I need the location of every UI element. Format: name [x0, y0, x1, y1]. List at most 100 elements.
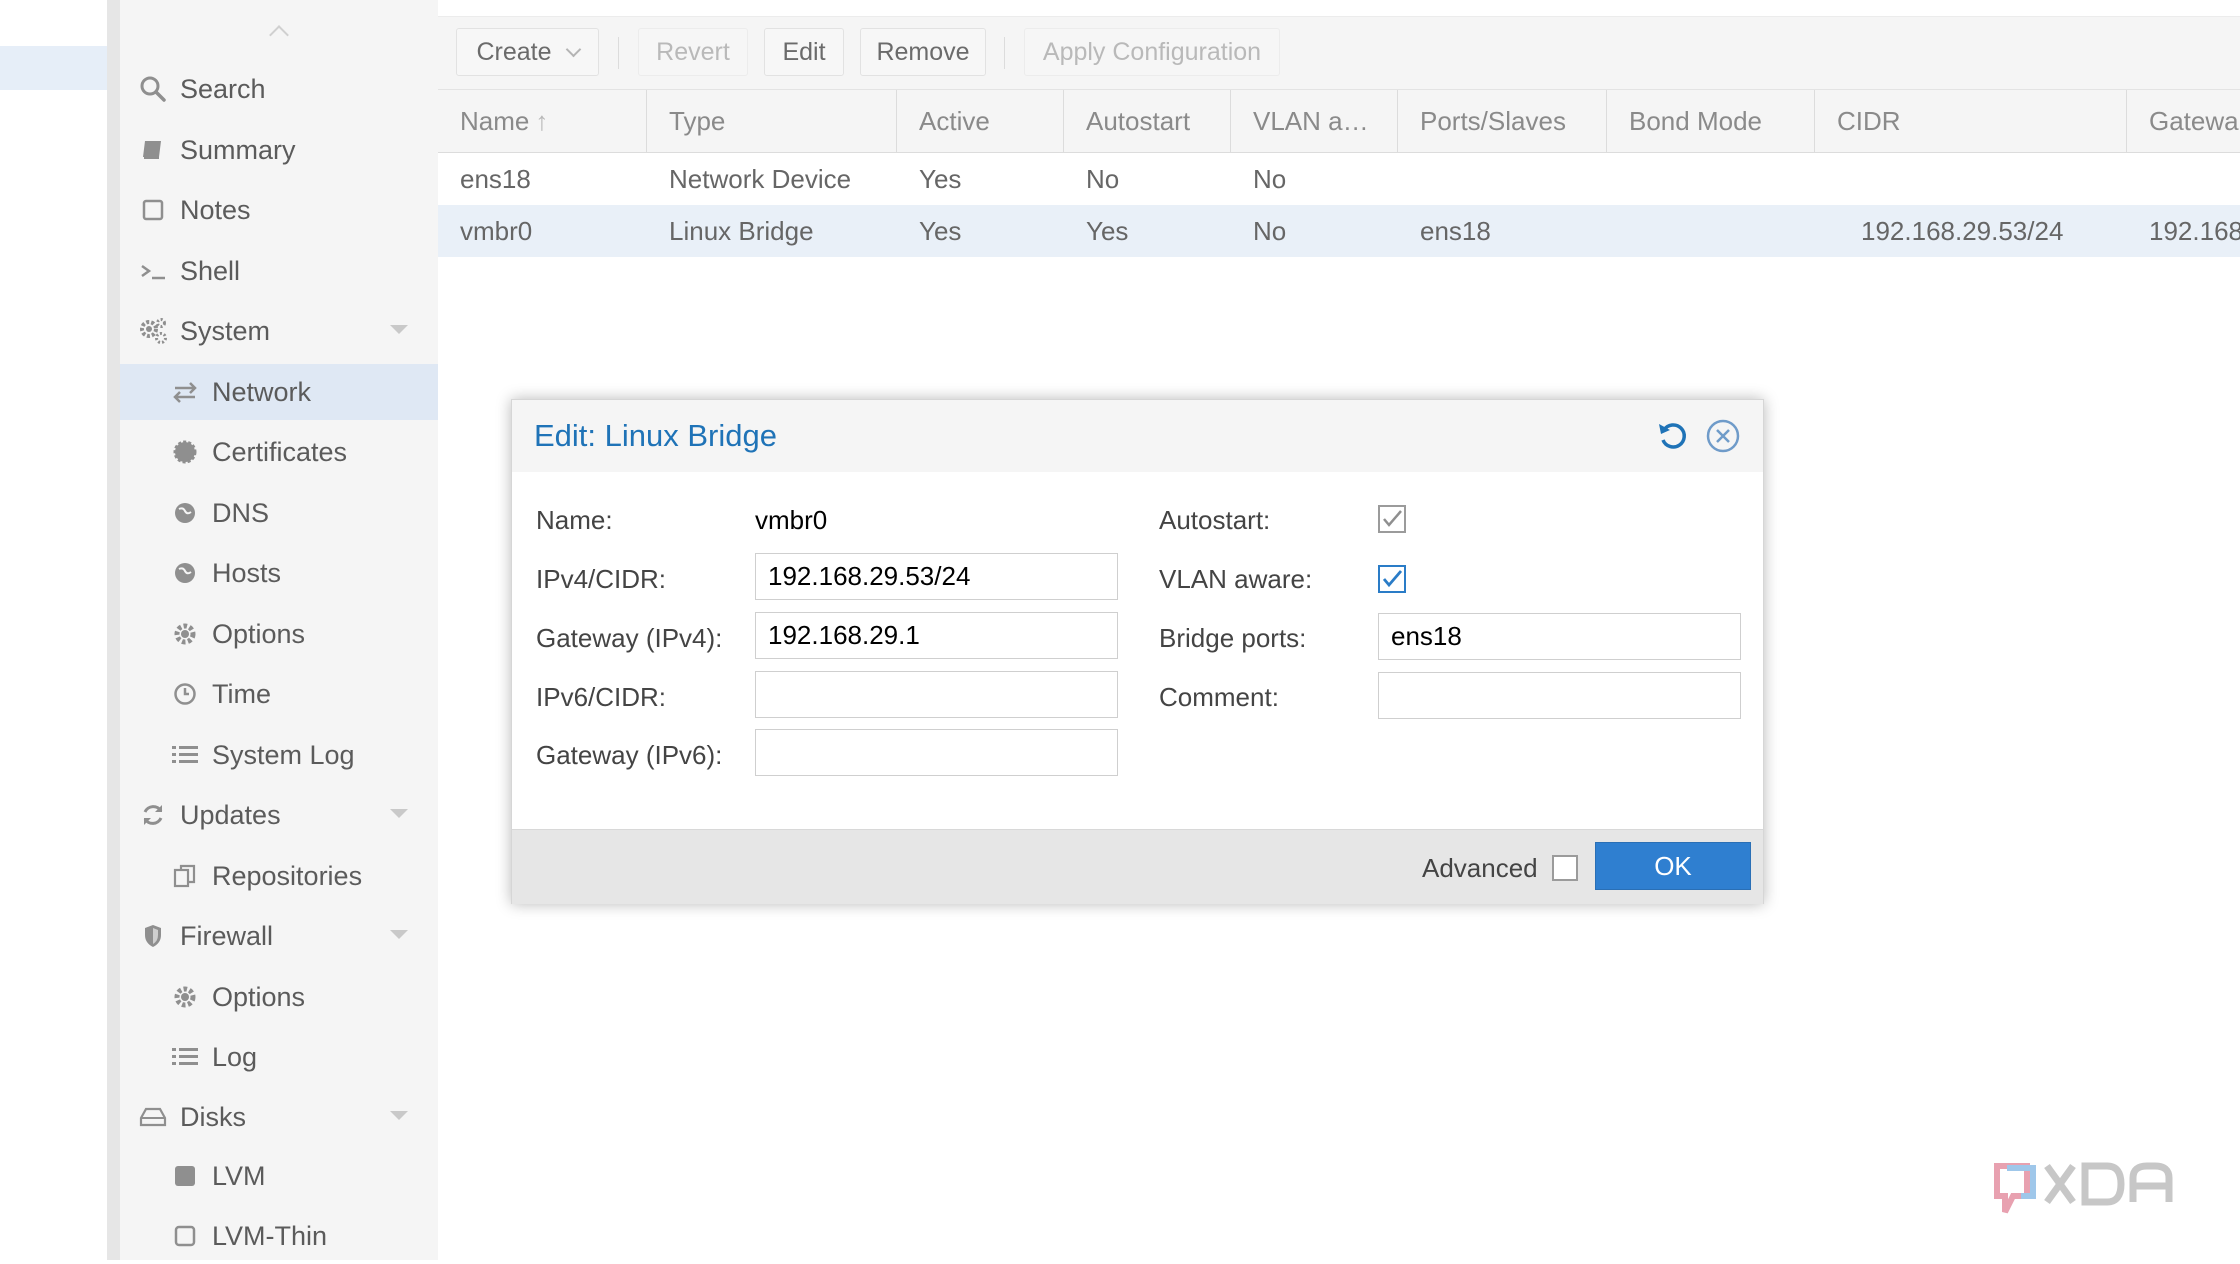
apply-configuration-button[interactable]: Apply Configuration [1024, 28, 1280, 76]
reset-icon[interactable] [1655, 418, 1691, 454]
column-header-bond-mode[interactable]: Bond Mode [1607, 90, 1815, 152]
cell-autostart: No [1086, 163, 1120, 194]
menu-item-firewall-options[interactable]: Options [120, 969, 438, 1025]
menu-item-notes[interactable]: Notes [120, 182, 438, 238]
files-icon [168, 859, 202, 893]
menu-item-system-log[interactable]: System Log [120, 727, 438, 783]
table-row[interactable]: ens18 Network Device Yes No No [438, 153, 2240, 205]
comment-input[interactable] [1378, 672, 1741, 719]
cell-gateway: 192.168 [2149, 215, 2240, 246]
cell-type: Network Device [669, 163, 852, 194]
toolbar-separator [618, 37, 619, 69]
column-header-autostart[interactable]: Autostart [1064, 90, 1231, 152]
revert-button[interactable]: Revert [638, 28, 748, 76]
certificate-icon [168, 435, 202, 469]
cell-ports: ens18 [1420, 215, 1491, 246]
create-button-label: Create [476, 37, 552, 66]
column-header-vlan-aware[interactable]: VLAN a… [1231, 90, 1398, 152]
menu-item-network[interactable]: Network [120, 364, 438, 420]
menu-item-system[interactable]: System [120, 303, 438, 359]
collapse-caret-icon[interactable] [390, 1111, 408, 1120]
menu-item-shell[interactable]: Shell [120, 243, 438, 299]
menu-item-label: LVM-Thin [212, 1220, 328, 1251]
dialog-header: Edit: Linux Bridge [512, 400, 1763, 472]
comment-label: Comment: [1159, 682, 1279, 712]
menu-item-label: Time [212, 678, 271, 709]
gateway-ipv4-label: Gateway (IPv4): [536, 623, 723, 653]
menu-item-label: Options [212, 618, 306, 649]
cell-vlan-aware: No [1253, 163, 1287, 194]
column-header-name[interactable]: Name ↑ [438, 90, 647, 152]
menu-item-hosts[interactable]: Hosts [120, 545, 438, 601]
table-row[interactable]: vmbr0 Linux Bridge Yes Yes No ens18 192.… [438, 205, 2240, 257]
column-header-gateway[interactable]: Gatewa [2127, 90, 2240, 152]
ipv6-cidr-input[interactable] [755, 671, 1118, 718]
left-strip-selection[interactable] [0, 46, 107, 90]
checkmark-icon [1383, 510, 1402, 527]
menu-item-lvm[interactable]: LVM [120, 1148, 438, 1204]
collapse-caret-icon[interactable] [390, 809, 408, 818]
menu-item-firewall[interactable]: Firewall [120, 908, 438, 964]
list-icon [168, 1040, 202, 1074]
column-header-active[interactable]: Active [897, 90, 1064, 152]
book-icon [136, 133, 170, 167]
menu-item-search[interactable]: Search [120, 61, 438, 117]
menu-item-updates[interactable]: Updates [120, 787, 438, 843]
sort-ascending-icon: ↑ [535, 105, 549, 136]
advanced-checkbox[interactable] [1552, 855, 1578, 881]
dialog-title: Edit: Linux Bridge [534, 418, 777, 453]
ipv4-cidr-input[interactable] [755, 553, 1118, 600]
ipv6-cidr-label: IPv6/CIDR: [536, 682, 667, 712]
menu-item-label: LVM [212, 1160, 266, 1191]
column-header-type[interactable]: Type [647, 90, 897, 152]
column-header-cidr[interactable]: CIDR [1815, 90, 2127, 152]
gateway-ipv4-input[interactable] [755, 612, 1118, 659]
menu-item-firewall-log[interactable]: Log [120, 1029, 438, 1085]
menu-item-label: Updates [180, 799, 281, 830]
remove-button[interactable]: Remove [860, 28, 986, 76]
ok-button[interactable]: OK [1595, 842, 1751, 890]
menu-item-options[interactable]: Options [120, 606, 438, 662]
cell-ports [1398, 153, 1607, 205]
menu-item-summary[interactable]: Summary [120, 122, 438, 178]
advanced-label: Advanced [1422, 853, 1538, 883]
menu-item-label: Disks [180, 1101, 246, 1132]
bridge-ports-input[interactable] [1378, 613, 1741, 660]
menu-item-repositories[interactable]: Repositories [120, 848, 438, 904]
name-label: Name: [536, 505, 613, 535]
square-outline-icon [168, 1219, 202, 1253]
menu-item-label: System Log [212, 739, 355, 770]
left-strip [0, 0, 107, 1260]
edit-button[interactable]: Edit [764, 28, 844, 76]
menu-item-label: Firewall [180, 920, 274, 951]
column-header-ports-slaves[interactable]: Ports/Slaves [1398, 90, 1607, 152]
list-icon [168, 738, 202, 772]
globe-icon [168, 496, 202, 530]
toolbar-separator [1004, 37, 1005, 69]
menu-item-lvm-thin[interactable]: LVM-Thin [120, 1208, 438, 1264]
cell-bond-mode [1607, 153, 1815, 205]
menu-item-disks[interactable]: Disks [120, 1089, 438, 1145]
create-button[interactable]: Create [456, 28, 599, 76]
gateway-ipv6-label: Gateway (IPv6): [536, 740, 723, 770]
cell-bond-mode [1607, 205, 1815, 257]
gateway-ipv6-input[interactable] [755, 729, 1118, 776]
cell-cidr: 192.168.29.53/24 [1861, 215, 2064, 246]
refresh-icon [136, 798, 170, 832]
collapse-caret-icon[interactable] [390, 325, 408, 334]
menu-item-label: Repositories [212, 860, 363, 891]
cell-active: Yes [919, 215, 962, 246]
note-icon [136, 193, 170, 227]
collapse-caret-icon[interactable] [390, 930, 408, 939]
scroll-up-icon[interactable] [269, 25, 289, 45]
autostart-checkbox[interactable] [1378, 505, 1406, 533]
checkmark-icon [1382, 570, 1403, 588]
column-title: Name [460, 105, 530, 136]
vlan-aware-checkbox[interactable] [1378, 565, 1406, 593]
close-icon[interactable] [1705, 418, 1741, 454]
menu-item-time[interactable]: Time [120, 666, 438, 722]
menu-item-certificates[interactable]: Certificates [120, 424, 438, 480]
menu-item-label: Options [212, 981, 306, 1012]
menu-item-dns[interactable]: DNS [120, 485, 438, 541]
hdd-icon [136, 1100, 170, 1134]
